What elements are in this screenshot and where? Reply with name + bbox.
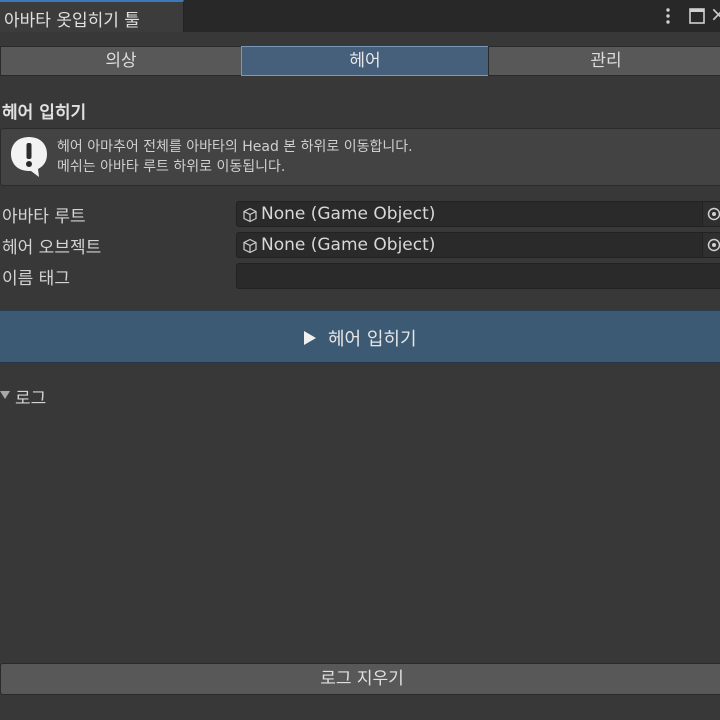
object-picker-icon xyxy=(707,238,720,252)
object-picker-button[interactable] xyxy=(702,202,720,226)
tab-costume[interactable]: 의상 xyxy=(0,46,242,76)
foldout-arrow-icon xyxy=(0,391,10,399)
apply-hair-button[interactable]: 헤어 입히기 xyxy=(0,310,720,363)
section-title: 헤어 입히기 xyxy=(2,103,87,123)
window-title: 아바타 옷입히기 툴 xyxy=(4,11,140,31)
info-helpbox: 헤어 아마추어 전체를 아바타의 Head 본 하위로 이동합니다. 메쉬는 아… xyxy=(0,128,720,186)
apply-hair-label: 헤어 입히기 xyxy=(328,329,417,350)
hair-object-field[interactable]: None (Game Object) xyxy=(236,232,720,258)
tab-hair[interactable]: 헤어 xyxy=(241,46,489,76)
kebab-menu-icon[interactable] xyxy=(660,6,676,26)
close-icon[interactable]: × xyxy=(710,4,720,24)
gameobject-cube-icon xyxy=(243,207,257,223)
tab-manage[interactable]: 관리 xyxy=(488,46,720,76)
gameobject-cube-icon xyxy=(243,238,257,254)
play-icon xyxy=(304,331,316,345)
name-tag-input[interactable] xyxy=(236,263,720,289)
help-line-2: 메쉬는 아바타 루트 하위로 이동됩니다. xyxy=(57,159,286,175)
avatar-root-value: None (Game Object) xyxy=(261,204,436,224)
object-picker-button[interactable] xyxy=(702,233,720,257)
clear-log-button[interactable]: 로그 지우기 xyxy=(0,663,720,695)
hair-object-value: None (Game Object) xyxy=(261,235,436,255)
hair-object-label: 헤어 오브젝트 xyxy=(2,238,102,258)
object-picker-icon xyxy=(707,207,720,221)
name-tag-label: 이름 태그 xyxy=(2,269,70,289)
window-titlebar: 아바타 옷입히기 툴 × xyxy=(0,0,720,32)
help-line-1: 헤어 아마추어 전체를 아바타의 Head 본 하위로 이동합니다. xyxy=(57,139,413,155)
maximize-icon[interactable] xyxy=(688,7,706,25)
avatar-root-field[interactable]: None (Game Object) xyxy=(236,201,720,227)
log-foldout-label: 로그 xyxy=(15,389,47,409)
avatar-root-label: 아바타 루트 xyxy=(2,207,86,227)
tab-bar: 의상 헤어 관리 xyxy=(0,46,720,76)
warning-icon xyxy=(11,137,47,177)
window-tab[interactable]: 아바타 옷입히기 툴 xyxy=(0,0,184,32)
